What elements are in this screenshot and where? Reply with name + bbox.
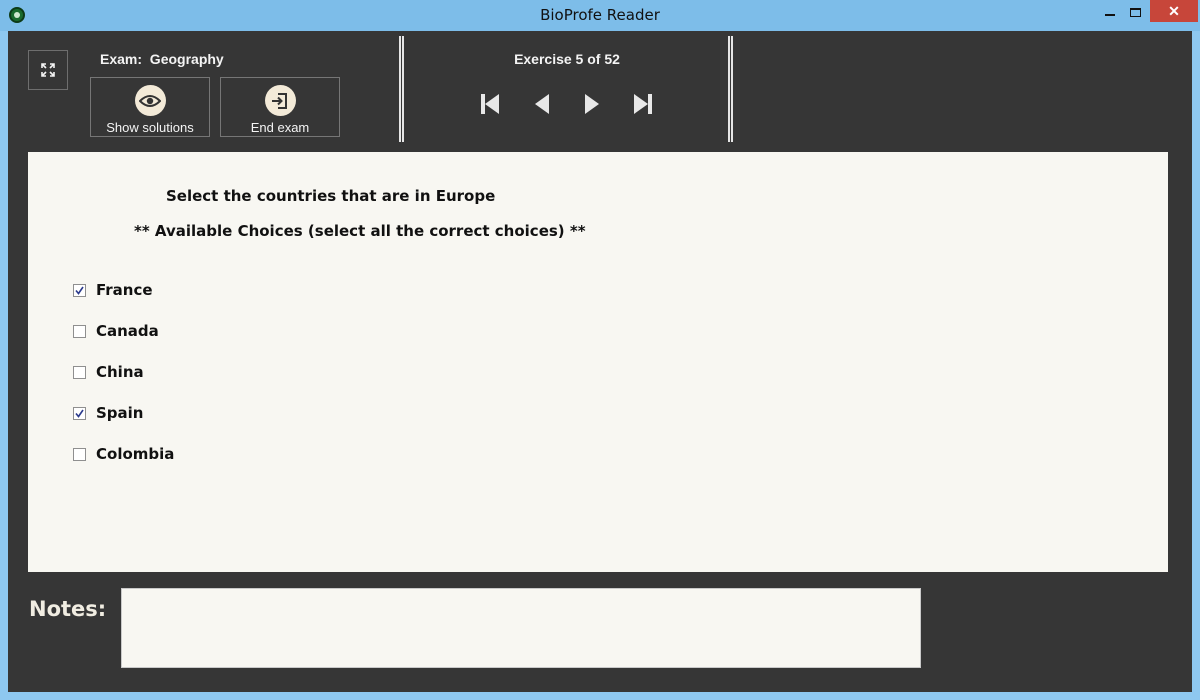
next-icon xyxy=(585,94,599,114)
show-solutions-label: Show solutions xyxy=(106,120,194,135)
exam-label: Exam: Geography xyxy=(100,51,224,67)
choice-item[interactable]: Canada xyxy=(73,322,159,340)
last-icon xyxy=(634,94,652,114)
minimize-button[interactable] xyxy=(1097,0,1123,24)
close-icon: ✕ xyxy=(1168,2,1180,19)
choice-item[interactable]: China xyxy=(73,363,144,381)
exit-door-icon xyxy=(264,85,296,116)
next-exercise-button[interactable] xyxy=(578,90,606,118)
choice-label: Canada xyxy=(96,322,159,340)
choice-item[interactable]: France xyxy=(73,281,153,299)
question-panel: Select the countries that are in Europe … xyxy=(28,152,1168,572)
choice-checkbox[interactable] xyxy=(73,283,86,297)
title-bar[interactable]: BioProfe Reader ✕ xyxy=(0,0,1200,31)
previous-exercise-button[interactable] xyxy=(528,90,556,118)
client-area: Exam: Geography Show solutions End exam xyxy=(8,31,1192,692)
eye-icon xyxy=(134,85,166,116)
show-solutions-button[interactable]: Show solutions xyxy=(90,77,210,137)
minimize-icon xyxy=(1105,14,1115,16)
window-title: BioProfe Reader xyxy=(540,6,660,24)
app-window: BioProfe Reader ✕ Exam: Geography Show s… xyxy=(0,0,1200,700)
choice-checkbox[interactable] xyxy=(73,324,86,338)
maximize-icon xyxy=(1129,7,1141,17)
check-icon xyxy=(75,409,84,418)
first-icon xyxy=(481,94,499,114)
fullscreen-button[interactable] xyxy=(28,50,68,90)
choice-checkbox[interactable] xyxy=(73,406,86,420)
choice-label: Colombia xyxy=(96,445,175,463)
notes-input[interactable] xyxy=(121,588,921,668)
question-instruction: ** Available Choices (select all the cor… xyxy=(134,222,586,240)
check-icon xyxy=(75,286,84,295)
exercise-counter: Exercise 5 of 52 xyxy=(514,51,620,67)
end-exam-button[interactable]: End exam xyxy=(220,77,340,137)
choice-label: China xyxy=(96,363,144,381)
question-title: Select the countries that are in Europe xyxy=(166,187,496,205)
notes-label: Notes: xyxy=(29,597,107,621)
maximize-button[interactable] xyxy=(1122,0,1148,24)
choice-checkbox[interactable] xyxy=(73,447,86,461)
close-button[interactable]: ✕ xyxy=(1150,0,1198,22)
choice-checkbox[interactable] xyxy=(73,365,86,379)
prev-icon xyxy=(535,94,549,114)
last-exercise-button[interactable] xyxy=(629,90,657,118)
choice-label: France xyxy=(96,281,153,299)
toolbar-divider xyxy=(399,36,404,142)
choice-item[interactable]: Spain xyxy=(73,404,143,422)
first-exercise-button[interactable] xyxy=(476,90,504,118)
toolbar-divider xyxy=(728,36,733,142)
end-exam-label: End exam xyxy=(250,120,310,135)
choice-item[interactable]: Colombia xyxy=(73,445,174,463)
choice-label: Spain xyxy=(96,404,144,422)
expand-icon xyxy=(41,63,55,77)
